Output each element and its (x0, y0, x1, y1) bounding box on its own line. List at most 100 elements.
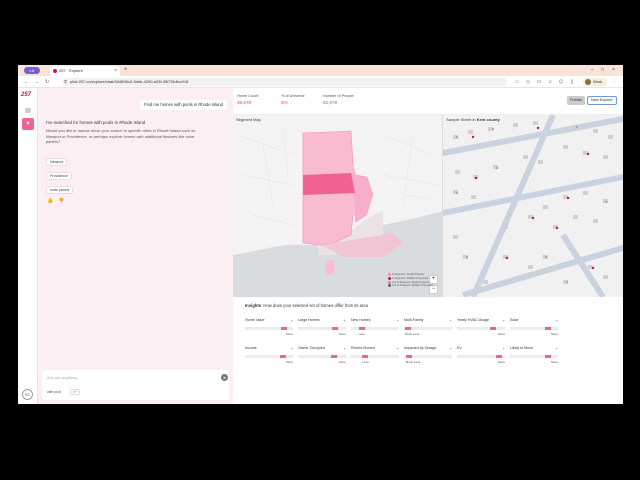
tab-title: 257 · Explore (59, 68, 83, 73)
cast-icon[interactable]: ▭ (535, 78, 543, 86)
insight-card[interactable]: Multi-Family + Much Less (404, 318, 452, 342)
star-icon[interactable]: ☆ (513, 78, 521, 86)
insight-card[interactable]: Owner Occupied + More (298, 346, 346, 370)
work-profile-button[interactable]: Work (583, 78, 607, 86)
insight-bar (351, 327, 399, 330)
thumbs-down-icon[interactable]: 👎 (58, 198, 64, 204)
suggestion-newport[interactable]: Newport (46, 158, 68, 166)
stat-label: Number of People (323, 94, 354, 98)
insight-card[interactable]: EV + More (457, 346, 505, 370)
insight-card[interactable]: Recent Movers + Less (351, 346, 399, 370)
chat-input[interactable]: Ask me anything... (47, 375, 80, 380)
back-icon[interactable]: ← (24, 76, 29, 88)
insight-expand-icon[interactable]: + (397, 318, 399, 323)
tab-close-icon[interactable]: × (114, 66, 117, 76)
segment-map-title: Segment Map (236, 117, 261, 122)
legend-label: Out of Segment, Single Property (392, 280, 430, 284)
legend-label: Out of Segment, Multiple Properties (392, 284, 434, 288)
reload-icon[interactable]: ↻ (45, 76, 49, 88)
insights-subtitle: How does your selected set of homes diff… (263, 303, 369, 308)
street-map-canvas (443, 115, 623, 297)
suggestion-solar-panels[interactable]: solar panels (46, 186, 74, 194)
stats-header: Home Count 36,578 % of Universe 5% Numbe… (233, 88, 623, 115)
insight-direction: Much Less (405, 360, 421, 364)
insight-bar-fill (358, 327, 365, 330)
insight-card[interactable]: Large Homes + More (298, 318, 346, 342)
send-icon[interactable]: ➤ (221, 374, 228, 381)
profile-badge[interactable]: LA (24, 67, 40, 74)
insight-expand-icon[interactable]: + (450, 346, 452, 351)
insights-panel: Insights: How does your selected set of … (233, 297, 623, 404)
insight-expand-icon[interactable]: + (344, 318, 346, 323)
insight-bar-fill (405, 355, 412, 358)
street-map[interactable]: Sample Street in Kent county (443, 115, 623, 297)
devtools-icon[interactable]: ⟨⟩ (557, 78, 565, 86)
insight-card[interactable]: Likely to Move + More (510, 346, 558, 370)
forward-icon[interactable]: → (34, 76, 39, 88)
insight-card[interactable]: New Homes + Less (351, 318, 399, 342)
media-icon[interactable]: ♫ (546, 78, 554, 86)
legend-label: In Segment, Single Property (392, 273, 425, 277)
address-bar-row: ← → ↻ ⚿ pilot.257.co/explore/chat/344896… (18, 76, 623, 88)
insight-card[interactable]: Income + More (245, 346, 293, 370)
thumbs-up-icon[interactable]: 👍 (47, 198, 53, 204)
insight-direction: More (551, 360, 558, 364)
insight-expand-icon[interactable]: + (503, 318, 505, 323)
stat-value: 5% (281, 100, 288, 105)
insight-expand-icon[interactable]: + (397, 346, 399, 351)
legend-item: Out of Segment, Multiple Properties (388, 284, 442, 288)
user-avatar[interactable]: SC (22, 389, 33, 400)
insight-card[interactable]: Impacted by Outage + Much Less (404, 346, 452, 370)
insight-label: Large Homes (298, 318, 320, 322)
insight-expand-icon[interactable]: + (344, 346, 346, 351)
minimize-icon[interactable]: – (591, 65, 594, 76)
new-explore-button[interactable]: New Explore (587, 96, 617, 105)
insight-expand-icon[interactable]: + (291, 318, 293, 323)
insight-direction: Less (358, 332, 365, 336)
ai-response-title: I've searched for homes with pools in Rh… (46, 120, 146, 125)
insight-bar-fill (496, 355, 503, 358)
insight-bar (510, 355, 558, 358)
stat-value: 62,679 (323, 100, 338, 105)
insight-card[interactable]: Solar + More (510, 318, 558, 342)
insight-bar-fill (332, 327, 339, 330)
filter-chip[interactable]: with pool (47, 390, 61, 394)
explore-icon[interactable]: ✦ (22, 118, 34, 130)
url-text: pilot.257.co/explore/chat/344896c2-3deb-… (70, 79, 189, 84)
stat-value: 36,578 (237, 100, 252, 105)
insight-expand-icon[interactable]: + (556, 346, 558, 351)
insight-expand-icon[interactable]: + (291, 346, 293, 351)
insight-card[interactable]: Home Value + More (245, 318, 293, 342)
new-tab-icon[interactable]: + (124, 65, 128, 76)
insight-direction: More (286, 360, 293, 364)
brand-logo[interactable]: 257 (21, 92, 34, 102)
insight-expand-icon[interactable]: + (450, 318, 452, 323)
document-icon[interactable]: ▤ (23, 106, 33, 116)
publish-button[interactable]: Publish (567, 96, 586, 105)
browser-tab[interactable]: 257 · Explore × (50, 66, 120, 76)
chat-composer: Ask me anything... with pool x ^ ➤ (42, 370, 229, 400)
insight-bar-fill (404, 327, 411, 330)
extension-icon[interactable]: ◇ (524, 78, 532, 86)
insight-card[interactable]: Yearly HVAC Usage + More (457, 318, 505, 342)
insight-direction: More (286, 332, 293, 336)
insight-expand-icon[interactable]: + (556, 318, 558, 323)
menu-kebab-icon[interactable]: ⋮ (610, 78, 618, 86)
user-message: Find me homes with pools in Rhode Island (140, 100, 227, 110)
insight-label: New Homes (351, 318, 371, 322)
sidepanel-icon[interactable]: ▯ (568, 78, 576, 86)
insight-expand-icon[interactable]: + (503, 346, 505, 351)
url-field[interactable]: ⚿ pilot.257.co/explore/chat/344896c2-3de… (62, 78, 507, 86)
suggestion-providence[interactable]: Providence (46, 172, 72, 180)
maximize-icon[interactable]: □ (601, 65, 604, 76)
segment-map-canvas (233, 115, 442, 297)
chat-panel: Find me homes with pools in Rhode Island… (38, 88, 233, 404)
tab-strip: LA 257 · Explore × + – □ × (18, 65, 623, 76)
ai-response-body: Would you like to narrow down your searc… (46, 128, 196, 145)
insights-title: Insights (245, 303, 262, 308)
segment-map[interactable]: Segment Map + − In Segment, Single Prope… (233, 115, 443, 297)
insight-direction: More (498, 360, 505, 364)
filter-chip-controls[interactable]: x ^ (70, 389, 81, 395)
insight-bar (510, 327, 558, 330)
window-close-icon[interactable]: × (612, 65, 615, 76)
